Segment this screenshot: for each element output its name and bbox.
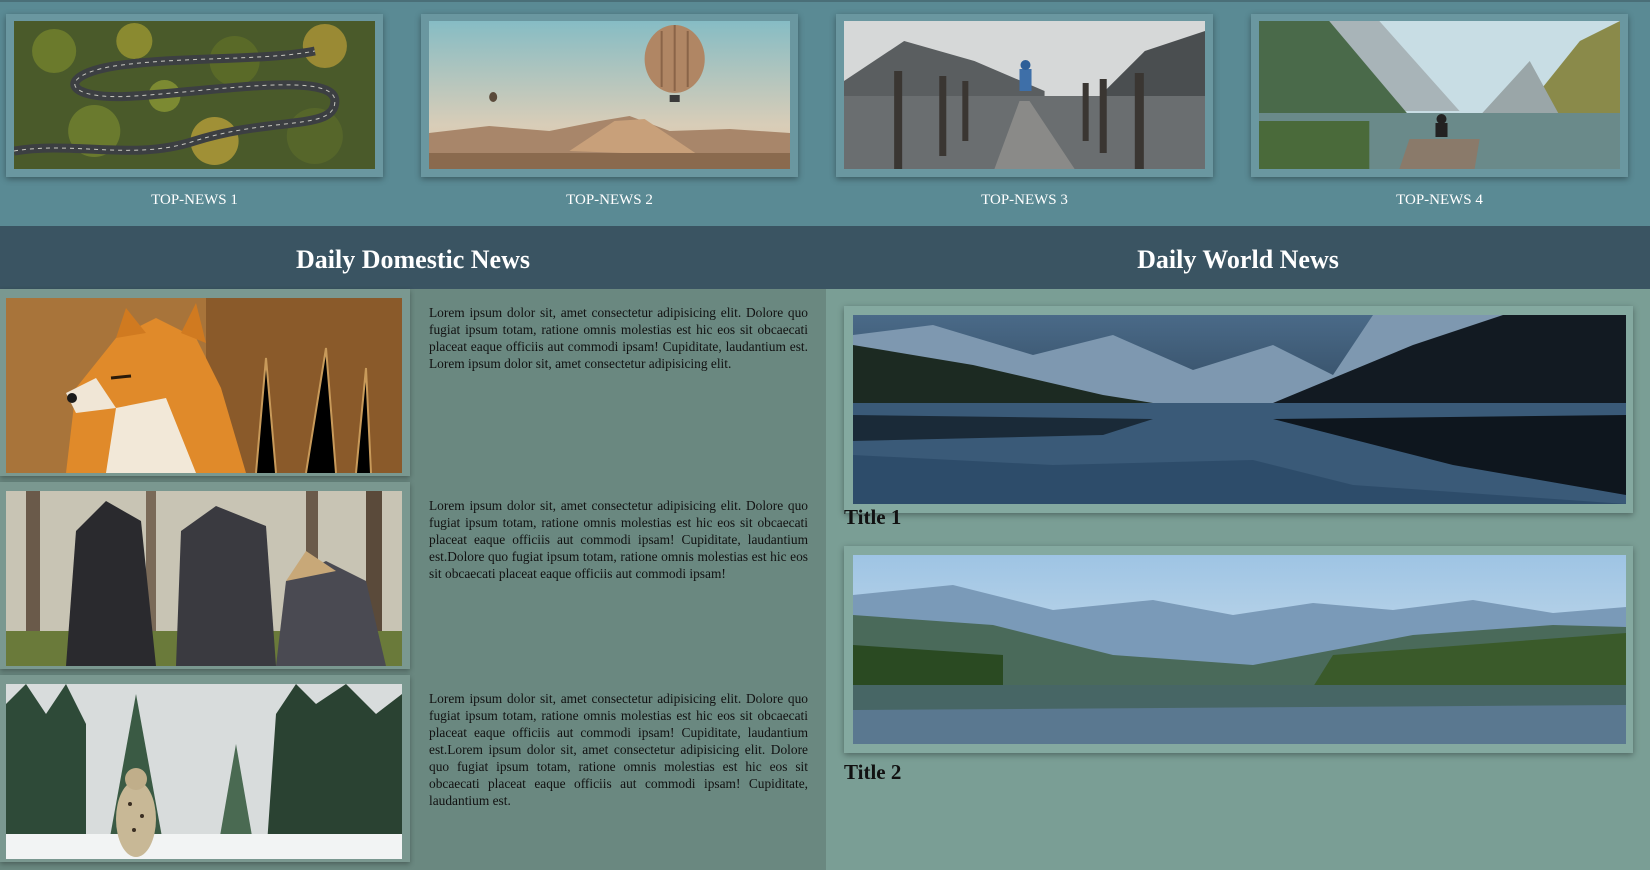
top-news-label-3[interactable]: TOP-NEWS 3 [836, 192, 1213, 209]
top-news-card-1[interactable] [6, 14, 383, 177]
top-news-card-3[interactable] [836, 14, 1213, 177]
domestic-image-card-1[interactable] [0, 289, 410, 476]
domestic-item-2: Lorem ipsum dolor sit, amet consectetur … [0, 482, 826, 675]
world-header: Daily World News [826, 226, 1650, 289]
top-news-label-1[interactable]: TOP-NEWS 1 [6, 192, 383, 209]
world-title-2[interactable]: Title 2 [844, 760, 901, 785]
forest-lake-image[interactable] [853, 555, 1626, 744]
domestic-text-1: Lorem ipsum dolor sit, amet consectetur … [429, 305, 808, 371]
domestic-text-3: Lorem ipsum dolor sit, amet consectetur … [429, 691, 808, 808]
top-news-image-4[interactable] [1259, 21, 1620, 169]
world-heading: Daily World News [1137, 245, 1339, 274]
domestic-image-card-2[interactable] [0, 482, 410, 669]
domestic-item-3: Lorem ipsum dolor sit, amet consectetur … [0, 675, 826, 868]
top-news-image-1[interactable] [14, 21, 375, 169]
world-image-card-2[interactable] [844, 546, 1633, 753]
top-news-image-2[interactable] [429, 21, 790, 169]
domestic-header: Daily Domestic News [0, 226, 826, 289]
fox-image[interactable] [6, 298, 402, 473]
wolves-image[interactable] [6, 491, 402, 666]
top-news-label-2[interactable]: TOP-NEWS 2 [421, 192, 798, 209]
mountain-lake-image[interactable] [853, 315, 1626, 504]
top-news-bar: TOP-NEWS 1 TOP-NEWS 2 TOP-NEWS 3 TOP-NEW… [0, 0, 1650, 226]
top-news-card-4[interactable] [1251, 14, 1628, 177]
world-news-section: Title 1 Title 2 [826, 289, 1650, 870]
domestic-image-card-3[interactable] [0, 675, 410, 862]
domestic-text-2: Lorem ipsum dolor sit, amet consectetur … [429, 498, 808, 581]
world-title-1[interactable]: Title 1 [844, 505, 901, 530]
world-image-card-1[interactable] [844, 306, 1633, 513]
domestic-heading: Daily Domestic News [296, 245, 530, 274]
top-news-label-4[interactable]: TOP-NEWS 4 [1251, 192, 1628, 209]
top-news-image-3[interactable] [844, 21, 1205, 169]
top-news-card-2[interactable] [421, 14, 798, 177]
domestic-item-1: Lorem ipsum dolor sit, amet consectetur … [0, 289, 826, 482]
domestic-news-section: Lorem ipsum dolor sit, amet consectetur … [0, 289, 826, 870]
snow-leopard-image[interactable] [6, 684, 402, 859]
